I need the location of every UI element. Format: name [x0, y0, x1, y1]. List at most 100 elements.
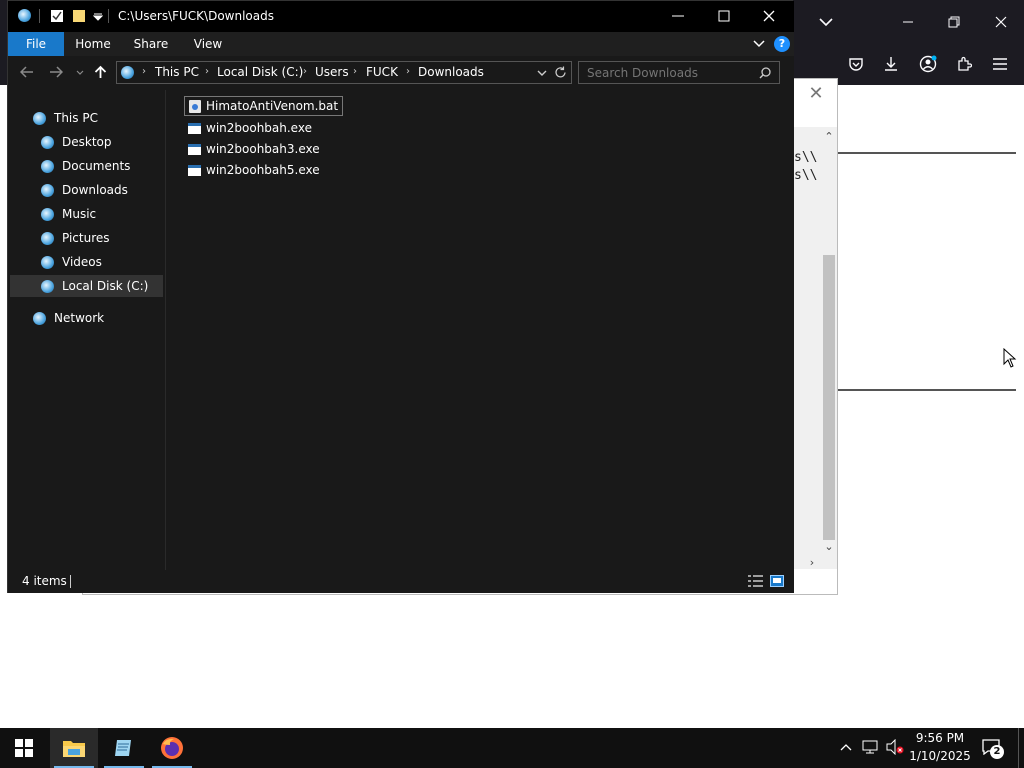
- action-center-button[interactable]: 2: [980, 736, 1006, 760]
- network-icon: [33, 311, 46, 325]
- ribbon-tabs: File Home Share View ?: [8, 32, 794, 56]
- explorer-titlebar: C:\Users\FUCK\Downloads: [8, 1, 794, 32]
- exe-file-icon: [188, 143, 201, 155]
- documents-icon: [41, 159, 54, 173]
- separator: [108, 9, 109, 23]
- tab-share[interactable]: Share: [126, 32, 176, 56]
- scrollbar-thumb[interactable]: [823, 255, 835, 540]
- scroll-down-icon[interactable]: ⌄: [821, 540, 837, 553]
- address-history-chevron-icon[interactable]: [537, 70, 547, 77]
- extensions-icon[interactable]: [948, 48, 980, 80]
- tab-home[interactable]: Home: [68, 32, 118, 56]
- browser-close-icon[interactable]: [985, 6, 1017, 38]
- file-item[interactable]: win2boohbah3.exe: [184, 139, 324, 159]
- breadcrumb-downloads[interactable]: Downloads: [418, 65, 484, 79]
- new-folder-icon[interactable]: [72, 9, 86, 23]
- file-explorer-window: C:\Users\FUCK\Downloads File Home Share …: [7, 0, 794, 593]
- details-view-icon[interactable]: [748, 575, 763, 587]
- tab-view[interactable]: View: [183, 32, 233, 56]
- nav-documents[interactable]: Documents: [41, 155, 130, 177]
- separator: [70, 575, 71, 588]
- breadcrumb-fuck[interactable]: FUCK: [366, 65, 398, 79]
- item-count: 4 items: [22, 574, 67, 588]
- file-item[interactable]: win2boohbah.exe: [184, 118, 316, 138]
- expand-ribbon-chevron-icon[interactable]: [753, 40, 765, 48]
- search-icon[interactable]: [759, 67, 771, 79]
- large-icons-view-icon[interactable]: [770, 575, 784, 587]
- code-text: s\\ s\\: [794, 149, 817, 185]
- nav-pictures[interactable]: Pictures: [41, 227, 110, 249]
- downloads-icon[interactable]: [875, 48, 907, 80]
- scroll-up-icon[interactable]: ⌃: [821, 130, 837, 143]
- notification-count-badge: 2: [990, 745, 1004, 759]
- help-icon[interactable]: ?: [774, 36, 790, 52]
- browser-minimize-icon[interactable]: [892, 6, 924, 38]
- nav-label: Downloads: [62, 183, 128, 197]
- windows-logo-icon: [15, 739, 33, 757]
- taskbar-notepad[interactable]: [100, 728, 148, 768]
- music-icon: [41, 207, 54, 221]
- code-line: s\\: [794, 150, 818, 165]
- file-item[interactable]: HimatoAntiVenom.bat: [184, 96, 344, 116]
- back-arrow-icon[interactable]: [20, 66, 34, 78]
- account-icon[interactable]: [912, 48, 944, 80]
- code-line: s\\: [794, 168, 818, 183]
- explorer-app-icon: [18, 9, 31, 22]
- show-hidden-icons-chevron-icon[interactable]: [840, 743, 852, 751]
- videos-icon: [41, 255, 54, 269]
- minimize-icon[interactable]: [672, 10, 684, 22]
- dialog-close-icon[interactable]: ✕: [806, 84, 826, 104]
- tab-list-chevron-icon[interactable]: [810, 6, 842, 38]
- tab-file[interactable]: File: [8, 32, 64, 56]
- breadcrumb-local-disk[interactable]: Local Disk (C:): [217, 65, 303, 79]
- desktop-icon: [41, 135, 54, 149]
- recent-locations-chevron-icon[interactable]: [76, 70, 84, 76]
- volume-muted-icon[interactable]: [886, 739, 904, 755]
- page-divider: [838, 389, 1016, 391]
- nav-music[interactable]: Music: [41, 203, 96, 225]
- file-item[interactable]: win2boohbah5.exe: [184, 160, 324, 180]
- clock-time[interactable]: 9:56 PM: [906, 731, 974, 745]
- nav-local-disk[interactable]: Local Disk (C:): [41, 275, 148, 297]
- show-desktop-button[interactable]: [1018, 728, 1019, 768]
- refresh-icon[interactable]: [554, 66, 567, 79]
- separator: [39, 9, 40, 23]
- browser-page-content: [838, 85, 1024, 728]
- menu-icon[interactable]: [984, 48, 1016, 80]
- search-input[interactable]: [585, 64, 755, 81]
- browser-restore-icon[interactable]: [938, 6, 970, 38]
- nav-downloads[interactable]: Downloads: [41, 179, 128, 201]
- nav-videos[interactable]: Videos: [41, 251, 102, 273]
- this-pc-icon: [121, 66, 134, 79]
- maximize-icon[interactable]: [718, 10, 730, 22]
- file-explorer-icon: [63, 741, 85, 757]
- nav-label: Pictures: [62, 231, 110, 245]
- taskbar-firefox[interactable]: [148, 728, 196, 768]
- search-field[interactable]: [578, 61, 780, 84]
- network-tray-icon[interactable]: [862, 740, 878, 754]
- nav-network[interactable]: Network: [33, 307, 104, 329]
- nav-this-pc[interactable]: This PC: [33, 107, 98, 129]
- page-divider: [838, 152, 1016, 154]
- breadcrumb-separator-icon: ›: [205, 66, 209, 77]
- breadcrumb-this-pc[interactable]: This PC: [155, 65, 199, 79]
- status-bar: 4 items: [8, 570, 794, 593]
- scroll-right-icon[interactable]: ›: [804, 556, 820, 569]
- address-bar[interactable]: › This PC › Local Disk (C:) › Users › FU…: [116, 61, 572, 84]
- clock-date[interactable]: 1/10/2025: [906, 749, 974, 763]
- properties-icon[interactable]: [50, 9, 64, 23]
- taskbar: 9:56 PM 1/10/2025 2: [0, 728, 1024, 768]
- breadcrumb-users[interactable]: Users: [315, 65, 349, 79]
- forward-arrow-icon[interactable]: [49, 66, 63, 78]
- quick-access-dropdown-icon[interactable]: [93, 13, 103, 21]
- taskbar-file-explorer[interactable]: [50, 728, 98, 768]
- nav-desktop[interactable]: Desktop: [41, 131, 112, 153]
- start-button[interactable]: [0, 728, 48, 768]
- exe-file-icon: [188, 164, 201, 176]
- breadcrumb-separator-icon: ›: [406, 66, 410, 77]
- file-name: win2boohbah.exe: [206, 121, 312, 135]
- nav-label: Videos: [62, 255, 102, 269]
- close-icon[interactable]: [763, 10, 775, 22]
- pocket-icon[interactable]: [840, 48, 872, 80]
- up-arrow-icon[interactable]: [94, 65, 107, 79]
